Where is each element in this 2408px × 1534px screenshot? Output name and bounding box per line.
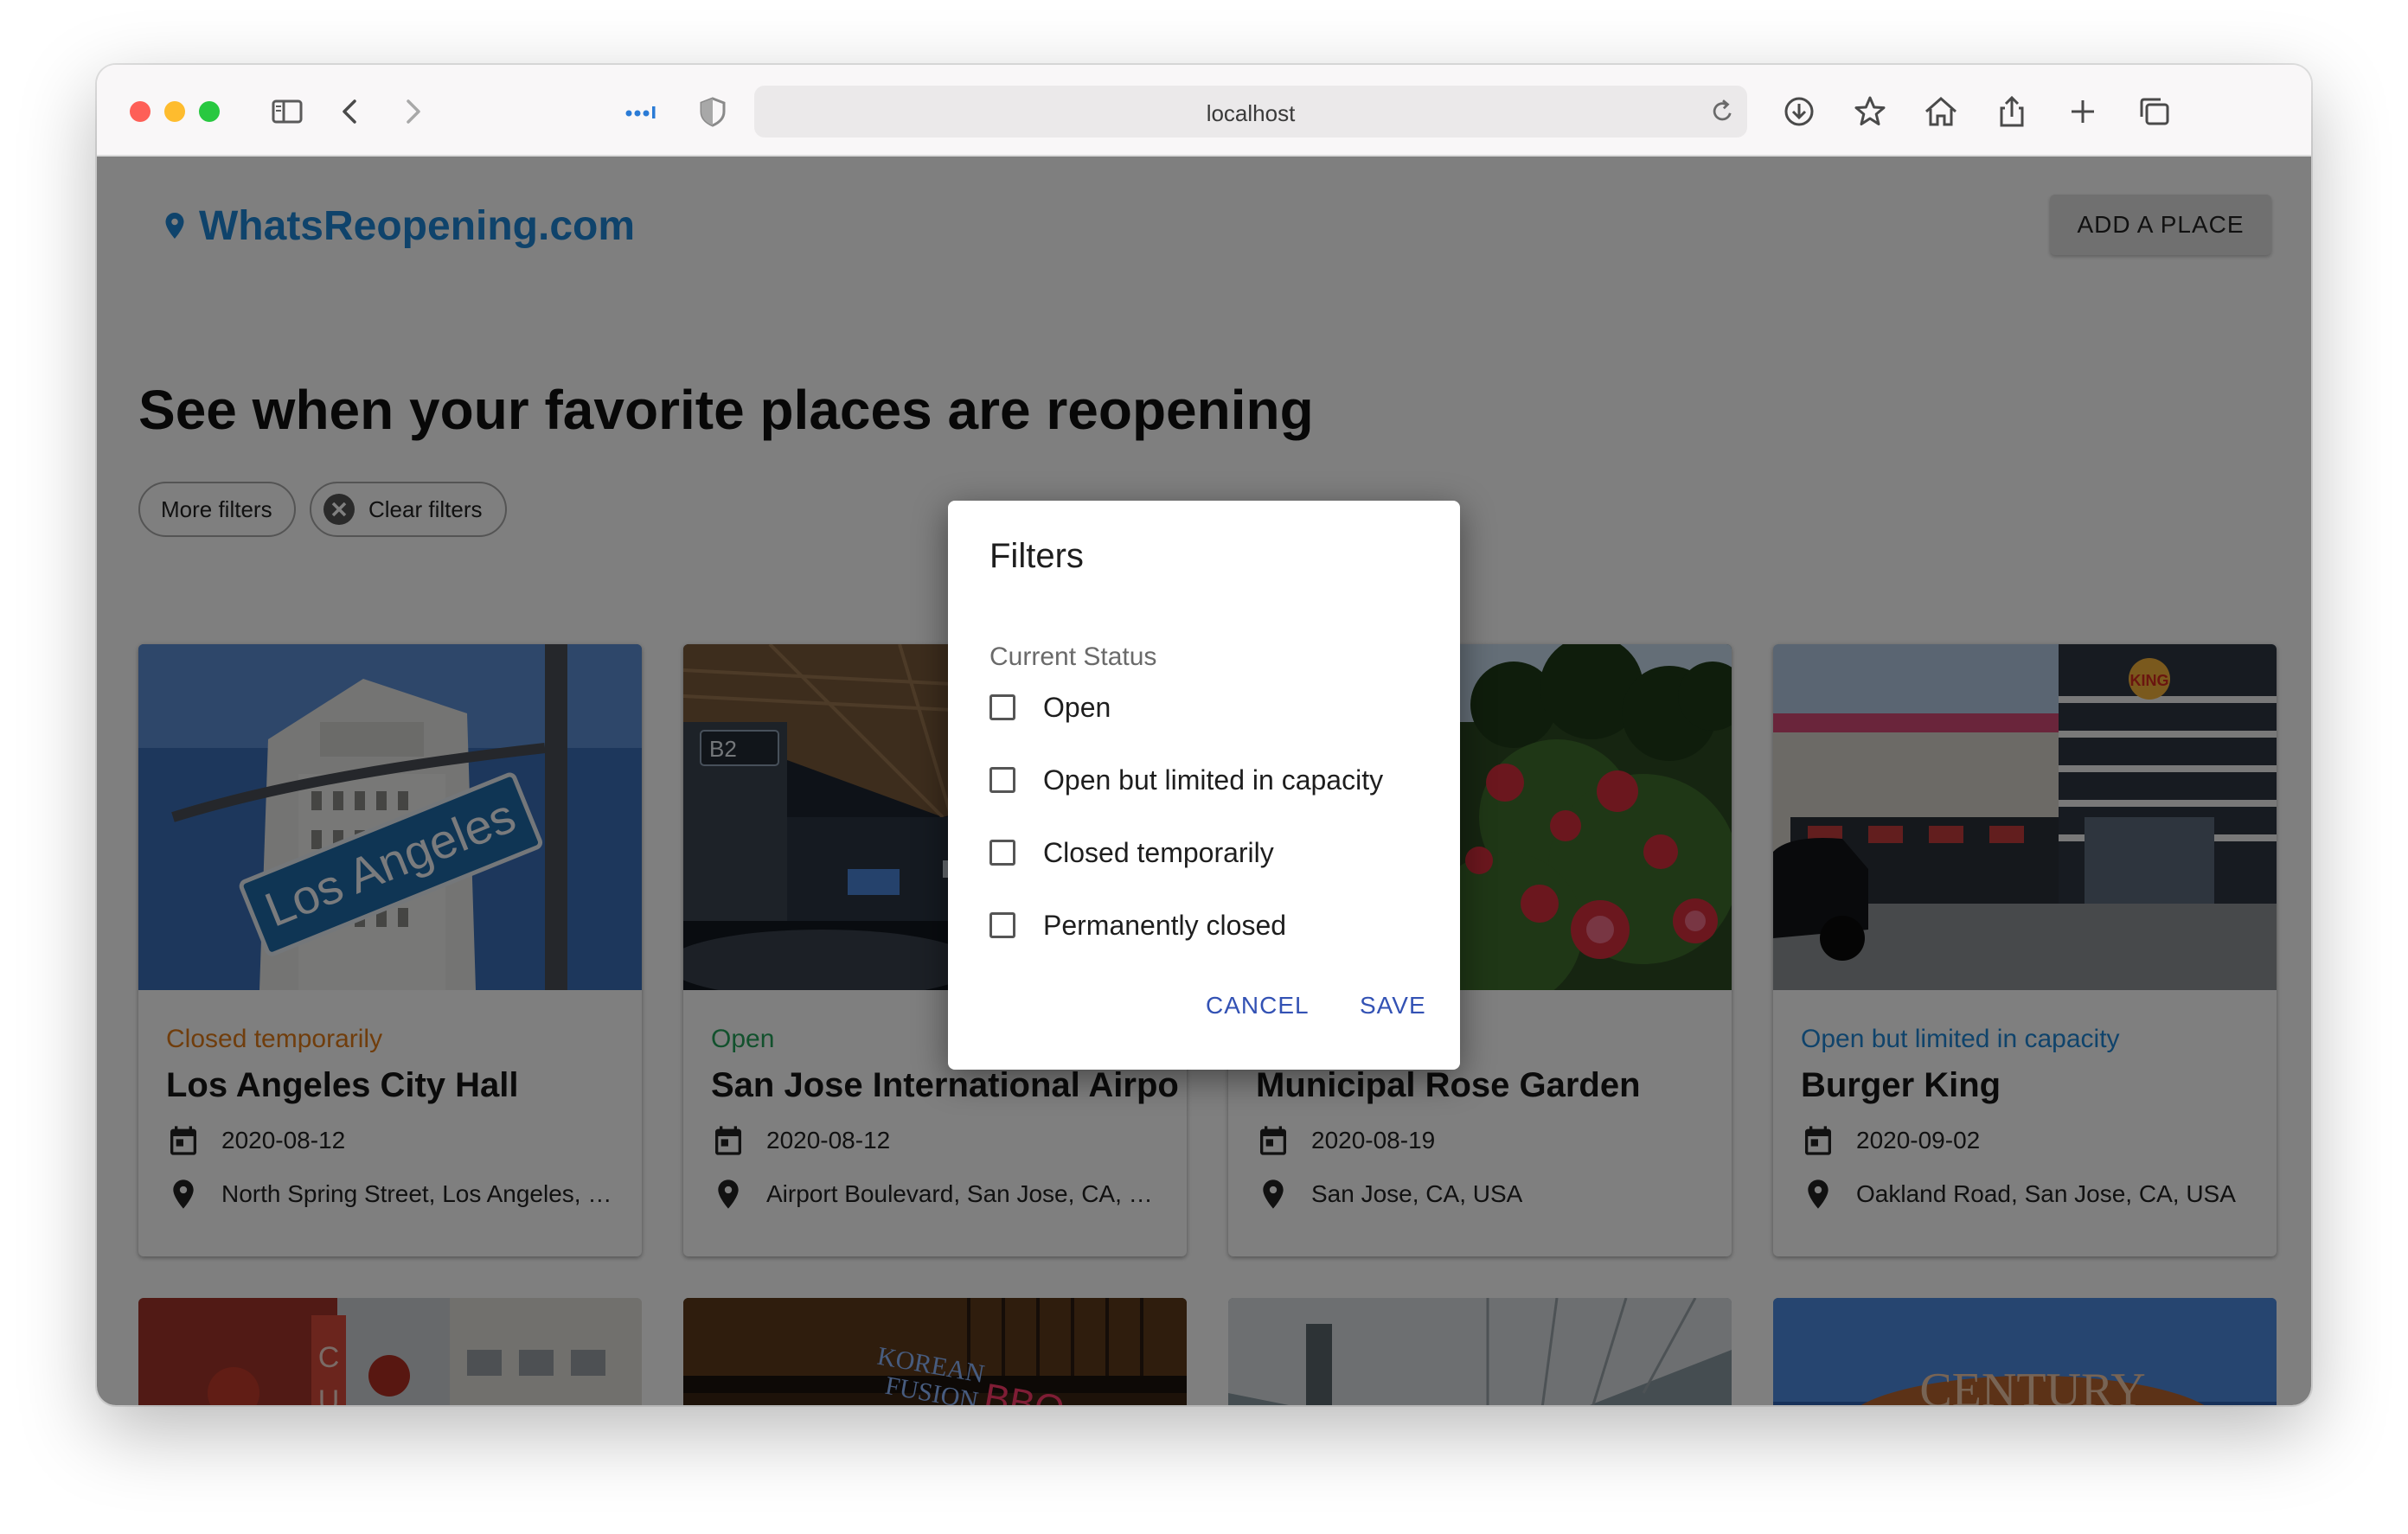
filter-option-label: Open bbox=[1043, 691, 1111, 723]
download-icon[interactable] bbox=[1778, 91, 1820, 132]
filter-option-label: Open but limited in capacity bbox=[1043, 764, 1384, 796]
filters-dialog: Filters Current Status Open Open but lim… bbox=[948, 501, 1460, 1070]
filter-option-permanently-closed[interactable]: Permanently closed bbox=[989, 904, 1286, 947]
current-status-label: Current Status bbox=[989, 642, 1157, 671]
extensions-icon[interactable] bbox=[621, 91, 663, 132]
save-button[interactable]: SAVE bbox=[1360, 992, 1426, 1019]
cancel-button[interactable]: CANCEL bbox=[1206, 992, 1310, 1019]
tab-overview-icon[interactable] bbox=[2133, 91, 2174, 132]
close-window-button[interactable] bbox=[130, 101, 150, 122]
home-icon[interactable] bbox=[1920, 91, 1962, 132]
filter-option-open-limited[interactable]: Open but limited in capacity bbox=[989, 758, 1383, 802]
filter-option-label: Permanently closed bbox=[1043, 909, 1287, 941]
share-icon[interactable] bbox=[1991, 91, 2033, 132]
checkbox[interactable] bbox=[989, 694, 1015, 720]
reload-icon[interactable] bbox=[1704, 93, 1742, 131]
browser-toolbar: localhost bbox=[97, 65, 2311, 157]
back-icon[interactable] bbox=[330, 91, 372, 132]
page-viewport: WhatsReopening.com ADD A PLACE See when … bbox=[97, 157, 2311, 1405]
checkbox[interactable] bbox=[989, 912, 1015, 938]
filter-option-closed-temporarily[interactable]: Closed temporarily bbox=[989, 831, 1274, 874]
url-text: localhost bbox=[1206, 100, 1296, 126]
dialog-title: Filters bbox=[989, 537, 1084, 575]
checkbox[interactable] bbox=[989, 840, 1015, 866]
sidebar-icon[interactable] bbox=[266, 91, 308, 132]
browser-window: localhost WhatsReopening.com ADD bbox=[97, 65, 2311, 1405]
address-bar[interactable]: localhost bbox=[754, 86, 1747, 137]
new-tab-icon[interactable] bbox=[2062, 91, 2104, 132]
minimize-window-button[interactable] bbox=[164, 101, 185, 122]
forward-icon[interactable] bbox=[391, 91, 432, 132]
filter-option-open[interactable]: Open bbox=[989, 686, 1111, 729]
filter-option-label: Closed temporarily bbox=[1043, 836, 1274, 868]
checkbox[interactable] bbox=[989, 767, 1015, 793]
privacy-shield-icon[interactable] bbox=[692, 91, 733, 132]
zoom-window-button[interactable] bbox=[199, 101, 220, 122]
bookmark-star-icon[interactable] bbox=[1849, 91, 1891, 132]
